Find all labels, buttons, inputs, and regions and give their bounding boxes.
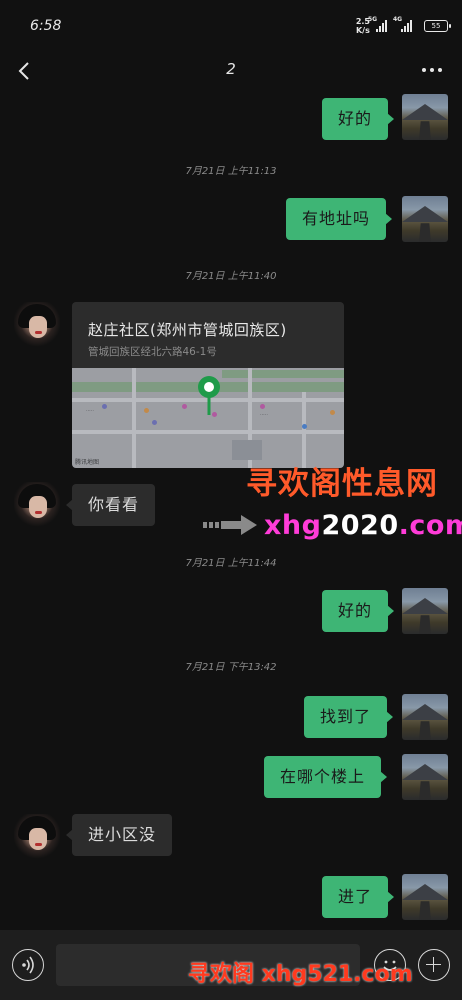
location-card[interactable]: 赵庄社区(郑州市管城回族区) 管城回族区经北六路46-1号 ····· ····… xyxy=(72,302,344,468)
voice-icon xyxy=(22,956,34,974)
status-indicators: 2.5 K/s 5G 4G 55 xyxy=(355,16,451,35)
watermark-url-suffix: .com xyxy=(398,510,462,541)
message-bubble-sent[interactable]: 好的 xyxy=(322,98,395,140)
network-type-1: 5G xyxy=(368,16,378,23)
more-functions-button[interactable] xyxy=(418,949,450,981)
chat-title: 2 xyxy=(226,60,236,78)
battery-level: 55 xyxy=(431,22,441,30)
watermark-url: xhg2020.com xyxy=(264,510,462,541)
network-speed-unit: K/s xyxy=(355,26,370,35)
timestamp: 7月21日 上午11:40 xyxy=(185,271,277,282)
message-bubble-received[interactable]: 进小区没 xyxy=(65,814,173,856)
signal-icon: 5G xyxy=(368,16,387,32)
watermark-title: 寻欢阁性息网 xyxy=(246,466,438,502)
arrow-icon xyxy=(203,515,257,535)
voice-input-button[interactable] xyxy=(12,949,44,981)
watermark-url-prefix: xhg xyxy=(264,510,322,541)
message-bubble-sent[interactable]: 有地址吗 xyxy=(286,198,393,240)
message-bubble-sent[interactable]: 进了 xyxy=(322,876,395,918)
network-type-2: 4G xyxy=(393,16,403,23)
message-bubble-sent[interactable]: 找到了 xyxy=(304,696,394,738)
status-time: 6:58 xyxy=(30,18,62,34)
battery-icon: 55 xyxy=(424,20,451,32)
contact-avatar[interactable] xyxy=(14,302,60,348)
message-bubble-sent[interactable]: 好的 xyxy=(322,590,395,632)
map-pin-icon xyxy=(198,376,220,415)
contact-avatar[interactable] xyxy=(14,814,60,860)
message-bubble-sent[interactable]: 在哪个楼上 xyxy=(264,756,388,798)
watermark-bottom: 寻欢阁 xhg521.com xyxy=(188,962,413,987)
watermark-url-highlight: 2020 xyxy=(321,510,399,541)
chat-header: 2 xyxy=(0,52,462,92)
signal-icon-2: 4G xyxy=(393,16,412,32)
input-bar: 寻欢阁 xhg521.com xyxy=(0,930,462,1000)
location-map[interactable]: ····· ····· 腾讯地图 xyxy=(72,368,344,468)
contact-avatar[interactable] xyxy=(14,482,60,528)
more-options-icon[interactable] xyxy=(422,68,442,72)
my-avatar[interactable] xyxy=(402,694,448,740)
message-bubble-received[interactable]: 你看看 xyxy=(65,484,156,526)
timestamp: 7月21日 下午13:42 xyxy=(185,662,277,673)
status-bar: 6:58 2.5 K/s 5G 4G 55 xyxy=(0,0,462,52)
timestamp: 7月21日 上午11:13 xyxy=(185,166,277,177)
my-avatar[interactable] xyxy=(402,196,448,242)
timestamp: 7月21日 上午11:44 xyxy=(185,558,277,569)
map-credit: 腾讯地图 xyxy=(75,459,100,466)
my-avatar[interactable] xyxy=(402,874,448,920)
location-title: 赵庄社区(郑州市管城回族区) xyxy=(88,321,287,339)
my-avatar[interactable] xyxy=(402,588,448,634)
my-avatar[interactable] xyxy=(402,94,448,140)
my-avatar[interactable] xyxy=(402,754,448,800)
location-address: 管城回族区经北六路46-1号 xyxy=(88,346,217,358)
